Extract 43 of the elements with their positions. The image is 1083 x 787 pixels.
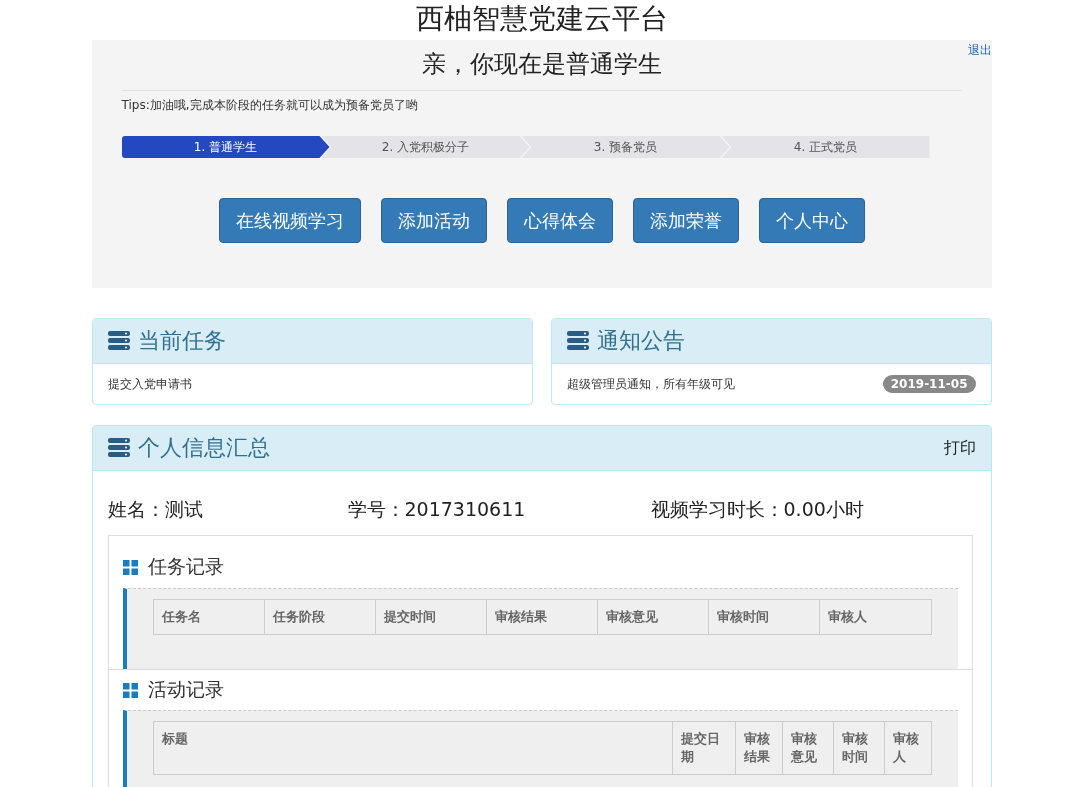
tips-text: Tips:加油哦,完成本阶段的任务就可以成为预备党员了哟: [121, 97, 419, 114]
progress-step: 1. 普通学生: [121, 136, 330, 158]
column-header: 审核结果: [735, 721, 782, 775]
site-title: 西柚智慧党建云平台: [414, 1, 669, 37]
welcome-title: 亲，你现在是普通学生: [121, 40, 962, 91]
column-header: 审核时间: [833, 721, 884, 775]
video-time-text: 视频学习时长：0.00小时: [650, 497, 864, 522]
column-header: 任务阶段: [264, 599, 376, 635]
panel-title: 通知公告: [596, 327, 685, 355]
section-title: 任务记录: [147, 554, 224, 579]
column-header: 审核结果: [486, 599, 598, 635]
server-stack-icon: [566, 331, 589, 351]
progress-step: 2. 入党积极分子: [321, 136, 530, 158]
print-link[interactable]: 打印: [943, 437, 976, 459]
column-header: 审核人: [884, 721, 931, 775]
notice-text: 超级管理员通知，所有年级可见: [566, 375, 735, 393]
action-button[interactable]: 个人中心: [758, 198, 865, 243]
column-header: 审核人: [819, 599, 931, 635]
server-stack-icon: [107, 438, 130, 458]
date-badge: 2019-11-05: [882, 375, 976, 393]
grid-icon: [122, 559, 138, 575]
logout-link[interactable]: 退出: [967, 42, 992, 59]
name-text: 姓名：测试: [107, 497, 204, 522]
grid-icon: [122, 682, 138, 698]
progress-step: 4. 正式党员: [721, 136, 930, 158]
action-button[interactable]: 添加活动: [380, 198, 487, 243]
student-id-text: 学号：2017310611: [347, 497, 527, 522]
column-header: 审核意见: [782, 721, 833, 775]
progress-step: 3. 预备党员: [521, 136, 730, 158]
panel-title: 当前任务: [137, 327, 226, 355]
column-header: 任务名: [153, 599, 265, 635]
section-title: 活动记录: [147, 677, 224, 702]
column-header: 审核时间: [708, 599, 820, 635]
action-button[interactable]: 在线视频学习: [218, 198, 361, 243]
column-header: 提交日期: [672, 721, 735, 775]
task-text: 提交入党申请书: [107, 375, 192, 393]
column-header: 标题: [153, 721, 672, 775]
column-header: 提交时间: [375, 599, 487, 635]
server-stack-icon: [107, 331, 130, 351]
action-button[interactable]: 添加荣誉: [632, 198, 739, 243]
column-header: 审核意见: [597, 599, 709, 635]
action-button[interactable]: 心得体会: [506, 198, 613, 243]
panel-title: 个人信息汇总: [137, 434, 270, 462]
